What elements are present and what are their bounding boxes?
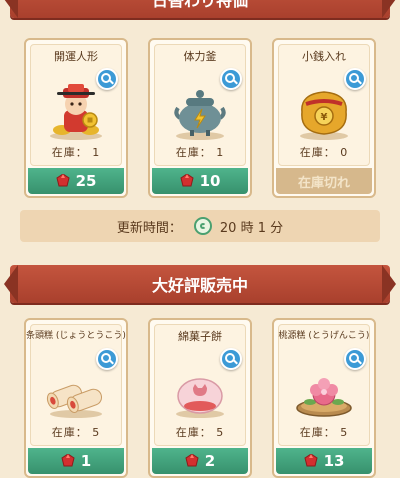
refresh-time-bar: 更新時間： 20 時 1 分	[20, 210, 380, 242]
clock-icon	[193, 217, 212, 235]
svg-text:¥: ¥	[321, 112, 328, 123]
sold-out-text: 在庫切れ	[297, 175, 350, 191]
price-value: 10	[199, 172, 221, 190]
item-stock: 在庫： 0	[299, 146, 349, 159]
shop-item-joutoukou[interactable]: 条頭糕 (じょうとうこう) 在庫： 5 1	[24, 318, 128, 478]
coin-purse-icon: ¥	[292, 82, 356, 140]
item-name: 桃源糕 (とうげんこう)	[278, 331, 370, 341]
shop-item-watagashi-mochi[interactable]: 綿菓子餅 在庫： 5 2	[148, 318, 252, 478]
popular-sale-title: 大好評販売中	[151, 276, 248, 295]
price-value: 25	[75, 172, 97, 190]
refresh-time: 20 時 1 分	[219, 220, 284, 236]
buy-button[interactable]: 25	[28, 168, 124, 194]
item-name: 綿菓子餅	[178, 330, 222, 343]
gem-icon	[185, 454, 199, 468]
daily-deals-title: 日替わり特価	[151, 0, 248, 10]
stamina-pot-icon	[168, 82, 232, 140]
item-name: 体力釜	[183, 50, 217, 63]
shop-item-lucky-doll[interactable]: 開運人形 在庫： 1 25	[24, 38, 128, 198]
item-name: 開運人形	[54, 50, 98, 63]
price-value: 1	[80, 452, 92, 470]
roll-cake-icon	[44, 362, 108, 420]
shop-item-coin-purse[interactable]: 小銭入れ ¥ 在庫： 0 在庫切れ	[272, 38, 376, 198]
buy-button[interactable]: 10	[152, 168, 248, 194]
gem-icon	[303, 454, 318, 468]
item-name: 条頭糕 (じょうとうこう)	[26, 331, 126, 341]
sold-out-label: 在庫切れ	[276, 168, 372, 194]
item-stock: 在庫： 1	[51, 146, 101, 159]
item-stock: 在庫： 5	[175, 426, 225, 439]
shop-item-stamina-pot[interactable]: 体力釜 在庫： 1 10	[148, 38, 252, 198]
buy-button[interactable]: 1	[28, 448, 124, 474]
daily-deals-banner: 日替わり特価	[10, 0, 390, 18]
gem-icon	[179, 174, 194, 188]
item-name: 小銭入れ	[302, 50, 346, 63]
price-value: 2	[204, 452, 216, 470]
price-value: 13	[323, 452, 345, 470]
gem-icon	[61, 454, 75, 468]
buy-button[interactable]: 2	[152, 448, 248, 474]
gem-icon	[55, 174, 70, 188]
shop-item-tougenkou[interactable]: 桃源糕 (とうげんこう) 在庫： 5 13	[272, 318, 376, 478]
buy-button[interactable]: 13	[276, 448, 372, 474]
item-stock: 在庫： 5	[299, 426, 349, 439]
popular-sale-banner: 大好評販売中	[10, 265, 390, 303]
lucky-doll-icon	[44, 82, 108, 140]
peach-cake-icon	[292, 362, 356, 420]
item-stock: 在庫： 5	[51, 426, 101, 439]
refresh-label: 更新時間：	[116, 220, 182, 236]
mochi-icon	[168, 362, 232, 420]
item-stock: 在庫： 1	[175, 146, 225, 159]
